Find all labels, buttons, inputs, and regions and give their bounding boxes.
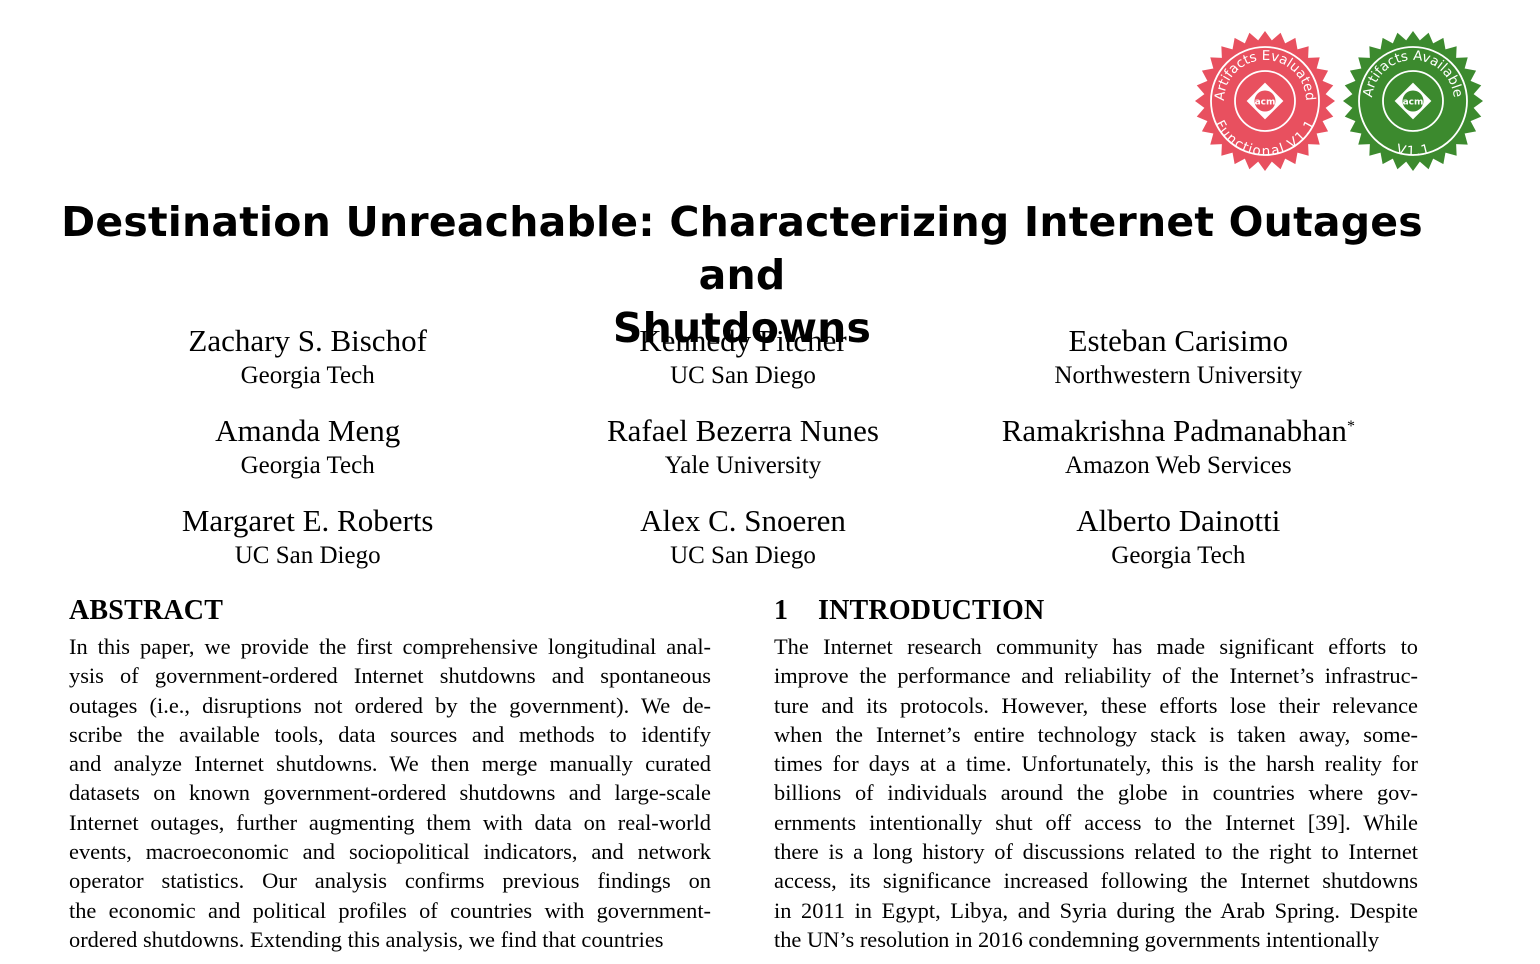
- author-name: Amanda Meng: [90, 412, 525, 450]
- author-name-text: Amanda Meng: [215, 413, 401, 448]
- author-name: Zachary S. Bischof: [90, 322, 525, 360]
- abstract-heading: Abstract: [69, 595, 224, 626]
- abstract-section: Abstract In this paper, we provide the f…: [69, 594, 711, 954]
- author-entry: Margaret E. Roberts UC San Diego: [90, 502, 525, 572]
- paper-title-line-1: Destination Unreachable: Characterizing …: [61, 198, 1423, 299]
- author-name-text: Alex C. Snoeren: [640, 503, 846, 538]
- author-name: Ramakrishna Padmanabhan*: [961, 412, 1396, 450]
- author-entry: Alberto Dainotti Georgia Tech: [961, 502, 1396, 572]
- acm-logo-text: acm: [1255, 98, 1276, 108]
- abstract-text-line: scribe the available tools, data sources…: [69, 721, 711, 747]
- author-affiliation: Georgia Tech: [1111, 542, 1246, 569]
- introduction-text-line: access, its significance increased follo…: [774, 868, 1418, 894]
- author-name: Rafael Bezerra Nunes: [525, 412, 960, 450]
- author-entry: Zachary S. Bischof Georgia Tech: [90, 322, 525, 392]
- section-title: Introduction: [818, 595, 1045, 626]
- introduction-section: 1 Introduction The Internet research comm…: [774, 594, 1418, 954]
- introduction-text-line: improve the performance and reliability …: [774, 663, 1418, 689]
- abstract-text-line: ysis of government-ordered Internet shut…: [69, 663, 711, 689]
- author-name-text: Zachary S. Bischof: [188, 323, 427, 358]
- author-name: Kennedy Pitcher: [525, 322, 960, 360]
- artifacts-available-badge: Artifacts Available V1.1 acm: [1342, 30, 1484, 172]
- author-block: Zachary S. Bischof Georgia Tech Kennedy Pi…: [90, 322, 1396, 572]
- author-name: Alberto Dainotti: [961, 502, 1396, 540]
- author-affiliation: Georgia Tech: [240, 362, 375, 389]
- abstract-text-line: and analyze Internet shutdowns. We then …: [69, 751, 711, 777]
- introduction-text-line: times for days at a time. Unfortunately,…: [774, 751, 1418, 777]
- author-footnote-mark: *: [1346, 418, 1355, 435]
- introduction-text-line: ture and its protocols. However, these e…: [774, 692, 1418, 718]
- author-affiliation: UC San Diego: [234, 542, 381, 569]
- author-entry: Ramakrishna Padmanabhan* Amazon Web Servi…: [961, 412, 1396, 482]
- author-entry: Rafael Bezerra Nunes Yale University: [525, 412, 960, 482]
- introduction-text-line: in 2011 in Egypt, Libya, and Syria durin…: [774, 897, 1418, 923]
- abstract-text-line: Internet outages, further augmenting the…: [69, 809, 711, 835]
- author-name-text: Esteban Carisimo: [1068, 323, 1289, 358]
- author-affiliation: Georgia Tech: [240, 452, 375, 479]
- author-name: Margaret E. Roberts: [90, 502, 525, 540]
- introduction-text-line: The Internet research community has made…: [774, 634, 1418, 659]
- author-name-text: Margaret E. Roberts: [181, 503, 434, 538]
- author-affiliation: UC San Diego: [670, 362, 816, 389]
- section-number: 1: [774, 595, 789, 626]
- author-affiliation: Amazon Web Services: [1065, 452, 1292, 479]
- author-name: Esteban Carisimo: [961, 322, 1396, 360]
- badge-bottom-text: V1.1: [1395, 141, 1432, 159]
- artifacts-available-seal: Artifacts Available V1.1 acm: [1343, 31, 1483, 171]
- author-affiliation: Northwestern University: [1054, 362, 1303, 389]
- introduction-text-line: when the Internet’s entire technology st…: [774, 721, 1418, 747]
- author-entry: Esteban Carisimo Northwestern University: [961, 322, 1396, 392]
- abstract-text-line: In this paper, we provide the first comp…: [69, 634, 711, 659]
- author-entry: Amanda Meng Georgia Tech: [90, 412, 525, 482]
- introduction-body: The Internet research community has made…: [774, 632, 1418, 954]
- abstract-text-line: datasets on known government-ordered shu…: [69, 780, 711, 806]
- abstract-text-line: outages (i.e., disruptions not ordered b…: [69, 692, 711, 718]
- introduction-text-line: there is a long history of discussions r…: [774, 839, 1418, 865]
- introduction-text-line: billions of individuals around the globe…: [774, 780, 1418, 806]
- introduction-text-line: ernments intentionally shut off access t…: [774, 809, 1418, 835]
- abstract-text-line: ordered shutdowns. Extending this analys…: [69, 926, 664, 952]
- author-name-text: Ramakrishna Padmanabhan: [1001, 413, 1347, 448]
- author-name-text: Rafael Bezerra Nunes: [607, 413, 879, 448]
- author-affiliation: Yale University: [664, 452, 822, 479]
- author-entry: Kennedy Pitcher UC San Diego: [525, 322, 960, 392]
- introduction-heading: 1 Introduction: [774, 594, 1418, 628]
- artifacts-evaluated-seal: Artifacts Evaluated Functional V1.1 acm: [1195, 31, 1335, 171]
- author-affiliation: UC San Diego: [670, 542, 816, 569]
- author-name-text: Kennedy Pitcher: [639, 323, 847, 358]
- author-name-text: Alberto Dainotti: [1076, 503, 1281, 538]
- abstract-text-line: events, macroeconomic and sociopolitical…: [69, 839, 711, 865]
- abstract-text-line: the economic and political profiles of c…: [69, 897, 711, 923]
- abstract-text-line: operator statistics. Our analysis confir…: [69, 868, 711, 894]
- author-entry: Alex C. Snoeren UC San Diego: [525, 502, 960, 572]
- artifacts-evaluated-badge: Artifacts Evaluated Functional V1.1 acm: [1194, 30, 1336, 172]
- abstract-body: In this paper, we provide the first comp…: [69, 632, 711, 954]
- author-name: Alex C. Snoeren: [525, 502, 960, 540]
- introduction-text-line: the UN’s resolution in 2016 condemning g…: [774, 926, 1380, 952]
- acm-logo-text: acm: [1403, 98, 1424, 108]
